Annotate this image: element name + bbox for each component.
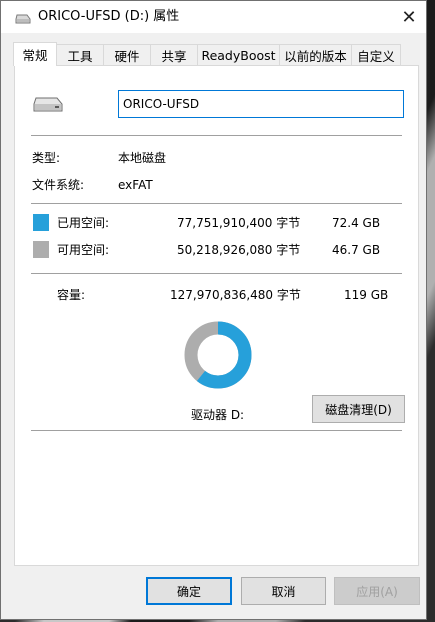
type-label: 类型: xyxy=(32,151,61,165)
tab-tools[interactable]: 工具 xyxy=(56,44,104,65)
button-label: 磁盘清理(D) xyxy=(325,402,392,417)
tab-label: ReadyBoost xyxy=(201,47,276,63)
capacity-label: 容量: xyxy=(57,288,86,302)
tab-hardware[interactable]: 硬件 xyxy=(103,44,151,65)
tab-label: 常规 xyxy=(22,48,48,63)
close-button[interactable]: ✕ xyxy=(392,1,426,33)
ok-button[interactable]: 确定 xyxy=(146,577,232,605)
button-label: 确定 xyxy=(176,584,201,599)
button-label: 应用(A) xyxy=(356,584,398,599)
general-tab-panel: 类型: 本地磁盘 文件系统: exFAT 已用空间: 77,751,910,40… xyxy=(14,65,419,566)
close-icon: ✕ xyxy=(401,6,417,28)
drive-letter-label: 驱动器 D: xyxy=(191,408,245,422)
tab-strip: 常规 工具 硬件 共享 ReadyBoost 以前的版本 自定义 xyxy=(13,42,401,66)
tab-label: 共享 xyxy=(161,48,187,64)
filesystem-label: 文件系统: xyxy=(32,178,85,192)
apply-button[interactable]: 应用(A) xyxy=(334,577,420,605)
disk-cleanup-button[interactable]: 磁盘清理(D) xyxy=(312,395,405,423)
divider xyxy=(31,203,402,204)
drive-large-icon xyxy=(33,96,63,115)
free-space-swatch xyxy=(33,241,49,258)
tab-label: 硬件 xyxy=(114,48,140,64)
disk-usage-donut xyxy=(184,321,252,389)
cancel-button[interactable]: 取消 xyxy=(241,577,326,605)
drive-icon xyxy=(15,13,31,27)
tab-label: 以前的版本 xyxy=(284,48,347,64)
free-space-bytes: 50,218,926,080 字节 xyxy=(177,243,301,257)
tab-customize[interactable]: 自定义 xyxy=(351,44,401,65)
filesystem-value: exFAT xyxy=(118,178,153,192)
drive-name-input[interactable] xyxy=(118,90,404,118)
tab-label: 自定义 xyxy=(357,48,395,64)
title-bar[interactable]: ORICO-UFSD (D:) 属性 ✕ xyxy=(1,1,426,33)
divider xyxy=(31,430,402,431)
type-value: 本地磁盘 xyxy=(118,151,167,165)
button-label: 取消 xyxy=(271,584,296,599)
tab-previous-versions[interactable]: 以前的版本 xyxy=(279,44,352,65)
divider xyxy=(31,273,402,274)
capacity-bytes: 127,970,836,480 字节 xyxy=(170,288,301,302)
tab-sharing[interactable]: 共享 xyxy=(150,44,198,65)
used-space-bytes: 77,751,910,400 字节 xyxy=(177,216,301,230)
properties-dialog: ORICO-UFSD (D:) 属性 ✕ 常规 工具 硬件 共享 ReadyBo… xyxy=(0,0,427,620)
free-space-gb: 46.7 GB xyxy=(332,243,381,257)
free-space-label: 可用空间: xyxy=(57,243,110,257)
window-title: ORICO-UFSD (D:) 属性 xyxy=(38,9,180,24)
tab-readyboost[interactable]: ReadyBoost xyxy=(197,44,280,65)
capacity-gb: 119 GB xyxy=(344,288,389,302)
used-space-label: 已用空间: xyxy=(57,216,110,230)
used-space-swatch xyxy=(33,214,49,231)
divider xyxy=(31,135,402,136)
tab-general[interactable]: 常规 xyxy=(13,42,57,66)
used-space-gb: 72.4 GB xyxy=(332,216,381,230)
tab-label: 工具 xyxy=(67,48,93,64)
